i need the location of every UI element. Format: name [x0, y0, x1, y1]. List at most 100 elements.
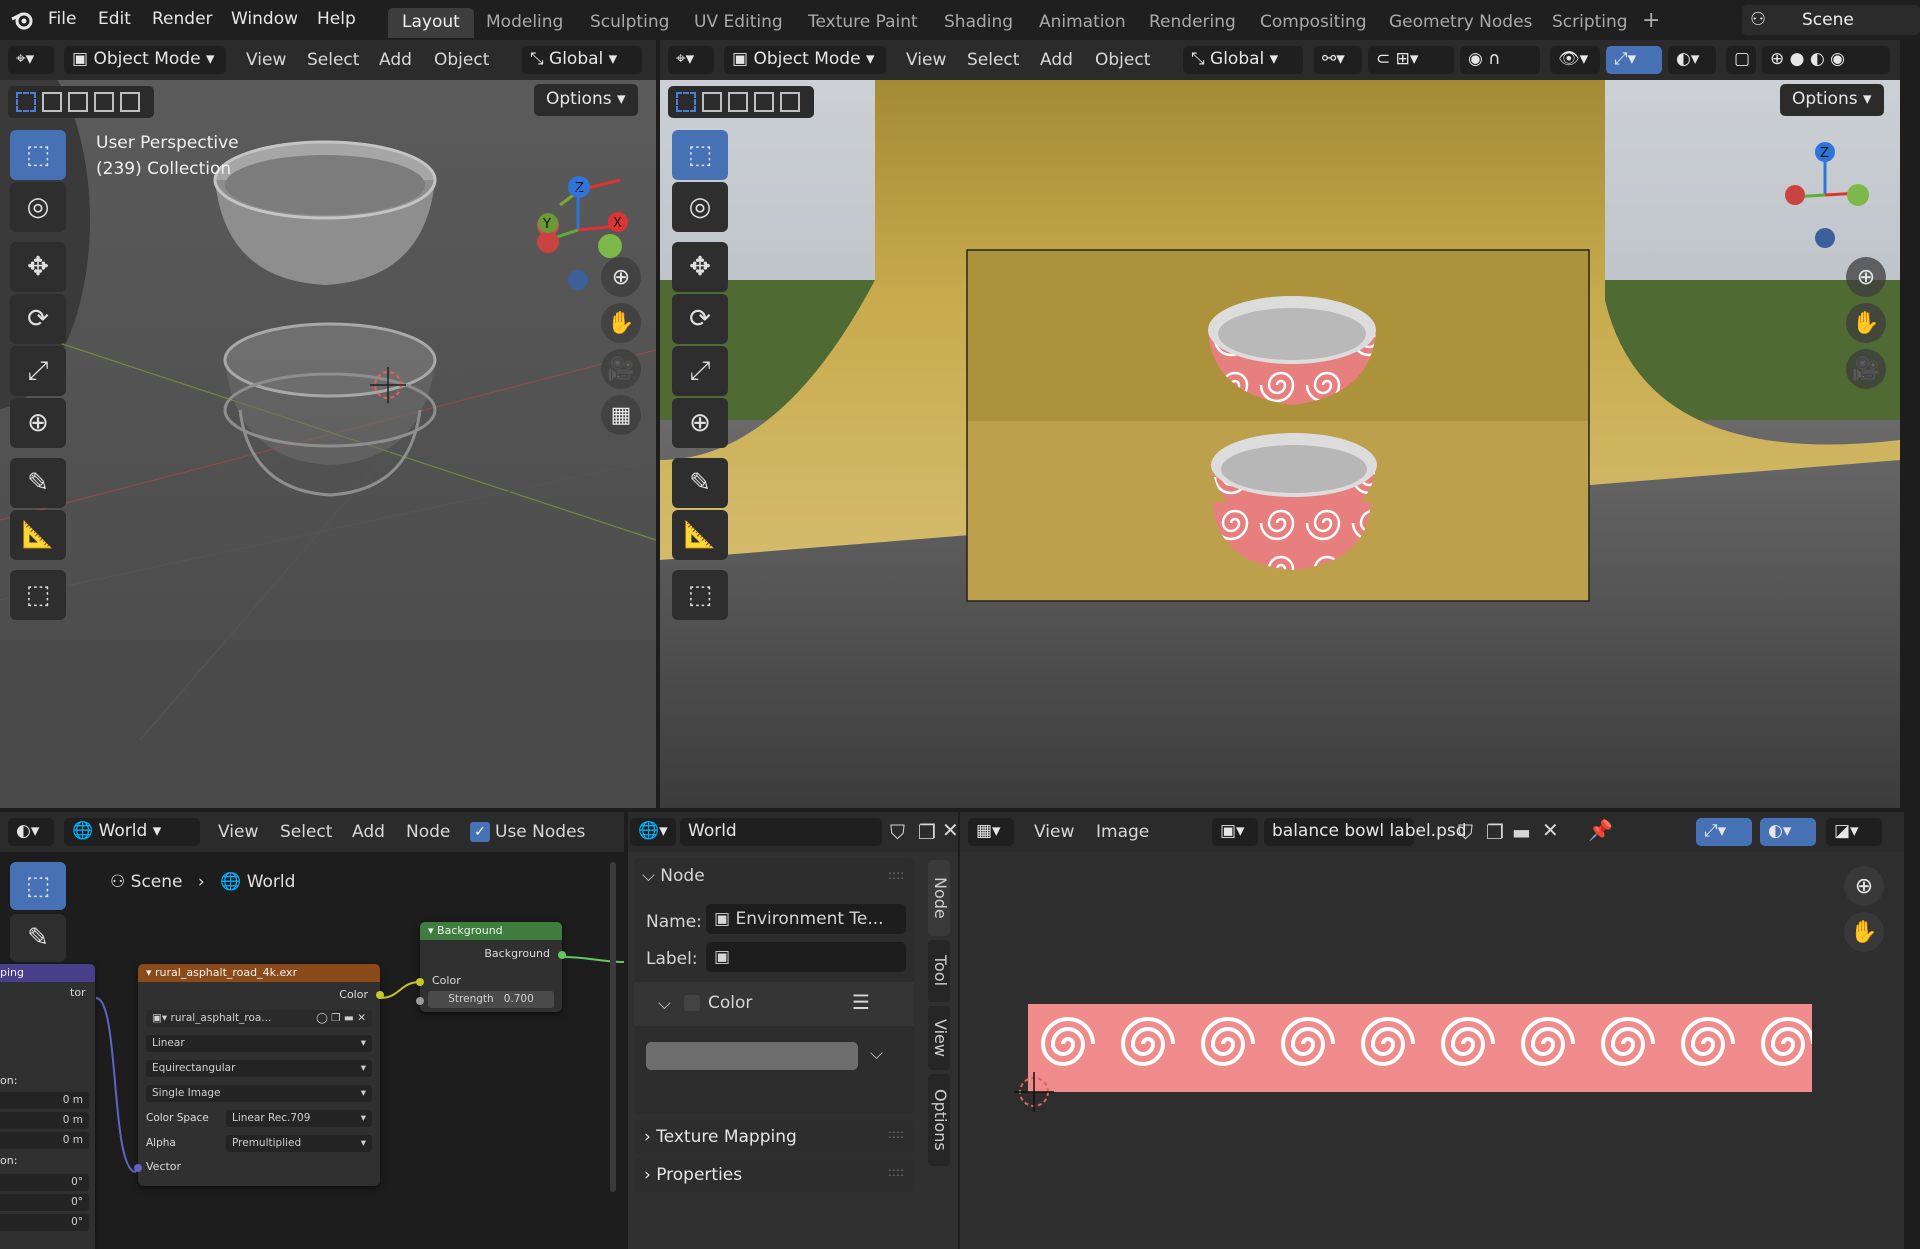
select-extend-icon-right[interactable] — [702, 92, 722, 112]
gizmo-y-neg-icon[interactable] — [598, 234, 622, 258]
transform-orientation-dropdown[interactable]: ⤡ Global ▾ — [522, 46, 642, 74]
world-data-type-icon[interactable]: 🌐▾ — [630, 818, 676, 846]
menu-add[interactable]: Add — [379, 50, 412, 70]
navigation-gizmo-right[interactable]: Z — [1765, 135, 1895, 255]
selection-mode-buttons-right[interactable] — [668, 86, 814, 118]
tab-sculpting[interactable]: Sculpting — [576, 8, 683, 38]
node-section-header[interactable]: ⌵ Node — [642, 866, 705, 886]
image-gizmo-toggle-icon[interactable]: ⤢▾ — [1696, 818, 1752, 846]
rotate-tool[interactable]: ⟳ — [10, 294, 66, 344]
duplicate-icon[interactable]: ❐ — [918, 820, 936, 844]
visibility-eye-icon[interactable]: 👁▾ — [1550, 46, 1600, 74]
background-output-socket[interactable] — [558, 951, 566, 959]
pan-hand-icon[interactable]: ✋ — [601, 303, 641, 343]
pan-hand-icon-right[interactable]: ✋ — [1846, 303, 1886, 343]
image-shield-icon[interactable]: ⛉ — [1458, 820, 1473, 844]
tab-node[interactable]: Node — [928, 860, 950, 936]
select-new-icon-right[interactable] — [676, 92, 696, 112]
image-selector-row[interactable]: ▣▾ rural_asphalt_roa... ◯ ❐ ▬ ✕ — [146, 1010, 372, 1027]
image-texture-node[interactable]: ▾ rural_asphalt_road_4k.exr Color ▣▾ rur… — [134, 964, 384, 1186]
strength-field[interactable]: Strength 0.700 — [428, 991, 554, 1008]
image-name-field[interactable]: balance bowl label.psd — [1264, 818, 1467, 846]
rotate-tool-right[interactable]: ⟳ — [672, 294, 728, 344]
tab-shading[interactable]: Shading — [930, 8, 1027, 38]
options-dropdown[interactable]: Options ▾ — [534, 84, 638, 116]
fake-user-shield-icon[interactable]: ⛉ — [890, 820, 905, 844]
zoom-icon[interactable]: ⊕ — [601, 257, 641, 297]
add-cube-tool-right[interactable]: ⬚ — [672, 570, 728, 620]
selection-mode-buttons[interactable] — [8, 86, 154, 118]
image-node-header[interactable]: ▾ rural_asphalt_road_4k.exr — [138, 964, 380, 982]
interpolation-dropdown[interactable]: Linear ▾ — [146, 1035, 372, 1052]
menu-add-right[interactable]: Add — [1040, 50, 1073, 70]
measure-tool[interactable]: 📐 — [10, 510, 66, 560]
tab-animation[interactable]: Animation — [1025, 8, 1140, 38]
select-box-tool-right[interactable]: ⬚ — [672, 130, 728, 180]
editor-type-icon[interactable]: ⌖▾ — [8, 46, 54, 74]
tab-compositing[interactable]: Compositing — [1246, 8, 1381, 38]
editor-type-icon-right[interactable]: ⌖▾ — [668, 46, 714, 74]
camera-view-icon[interactable]: 🎥 — [601, 349, 641, 389]
cursor-tool-right[interactable]: ◎ — [672, 182, 728, 232]
tab-uv-editing[interactable]: UV Editing — [680, 8, 797, 38]
xray-icon[interactable]: ▢ — [1726, 46, 1756, 74]
image-overlay-icon[interactable]: ◐▾ — [1760, 818, 1816, 846]
color-expand-chevron-icon[interactable]: ⌵ — [658, 994, 671, 1014]
menu-select-right[interactable]: Select — [967, 50, 1019, 70]
blender-logo-icon[interactable] — [10, 8, 34, 32]
source-dropdown[interactable]: Single Image ▾ — [146, 1085, 372, 1102]
color-dropdown-chevron-icon[interactable]: ⌵ — [870, 1044, 883, 1064]
color-checkbox[interactable] — [684, 995, 700, 1011]
node-editor-scrollbar[interactable] — [610, 862, 616, 1192]
2d-cursor-icon[interactable] — [1006, 1064, 1062, 1120]
menu-object-right[interactable]: Object — [1095, 50, 1150, 70]
snap-icon[interactable]: ⊂ ⊞▾ — [1368, 46, 1454, 74]
image-row-icons[interactable]: ◯ ❐ ▬ ✕ — [316, 1012, 366, 1024]
menu-view-right[interactable]: View — [906, 50, 946, 70]
image-pan-hand-icon[interactable]: ✋ — [1844, 912, 1884, 952]
tab-texture-paint[interactable]: Texture Paint — [794, 8, 932, 38]
tab-rendering[interactable]: Rendering — [1135, 8, 1250, 38]
image-color-output-socket[interactable] — [376, 991, 384, 999]
vector-input-socket[interactable] — [134, 1164, 142, 1172]
tab-view[interactable]: View — [928, 1006, 950, 1070]
menu-edit[interactable]: Edit — [98, 9, 131, 29]
label-field[interactable]: ▣ — [706, 942, 906, 972]
drag-handle-icon[interactable]: :::: — [888, 868, 904, 882]
tab-layout[interactable]: Layout — [388, 8, 474, 38]
display-channels-icon[interactable]: ◪▾ — [1826, 818, 1882, 846]
select-intersect-icon[interactable] — [120, 92, 140, 112]
cursor-tool[interactable]: ◎ — [10, 182, 66, 232]
add-workspace-icon[interactable]: + — [1642, 8, 1660, 33]
list-icon[interactable]: ☰ — [852, 990, 870, 1014]
select-invert-icon[interactable] — [94, 92, 114, 112]
object-mode-dropdown-right[interactable]: ▣ Object Mode ▾ — [724, 46, 886, 74]
background-node-header[interactable]: ▾ Background — [420, 922, 562, 940]
menu-object[interactable]: Object — [434, 50, 489, 70]
select-subtract-icon[interactable] — [68, 92, 88, 112]
annotate-tool[interactable]: ✎ — [10, 458, 66, 508]
transform-tool-right[interactable]: ⊕ — [672, 398, 728, 448]
gizmo-toggle-icon[interactable]: ⤢▾ — [1606, 46, 1662, 74]
strength-input-socket[interactable] — [416, 997, 424, 1005]
menu-view[interactable]: View — [246, 50, 286, 70]
move-tool[interactable]: ✥ — [10, 242, 66, 292]
menu-render[interactable]: Render — [152, 9, 213, 29]
annotate-tool-right[interactable]: ✎ — [672, 458, 728, 508]
pivot-point-icon[interactable]: ⚯▾ — [1314, 46, 1362, 74]
menu-image[interactable]: Image — [1096, 822, 1149, 842]
scale-tool[interactable]: ⤢ — [10, 346, 66, 396]
color-space-dropdown[interactable]: Linear Rec.709 ▾ — [226, 1110, 372, 1127]
transform-tool[interactable]: ⊕ — [10, 398, 66, 448]
image-name-field[interactable]: rural_asphalt_roa... — [171, 1012, 272, 1024]
image-editor[interactable]: ▦▾ View Image ▣▾ balance bowl label.psd … — [960, 812, 1904, 1249]
right-viewport[interactable]: ⌖▾ ▣ Object Mode ▾ View Select Add Objec… — [660, 40, 1900, 808]
world-data-field[interactable]: World — [680, 818, 882, 846]
menu-help[interactable]: Help — [317, 9, 356, 29]
add-cube-tool[interactable]: ⬚ — [10, 570, 66, 620]
zoom-icon-right[interactable]: ⊕ — [1846, 257, 1886, 297]
scene-selector[interactable]: ⚇ Scene — [1742, 5, 1920, 35]
select-intersect-icon-right[interactable] — [780, 92, 800, 112]
tab-tool[interactable]: Tool — [928, 940, 950, 1002]
move-tool-right[interactable]: ✥ — [672, 242, 728, 292]
